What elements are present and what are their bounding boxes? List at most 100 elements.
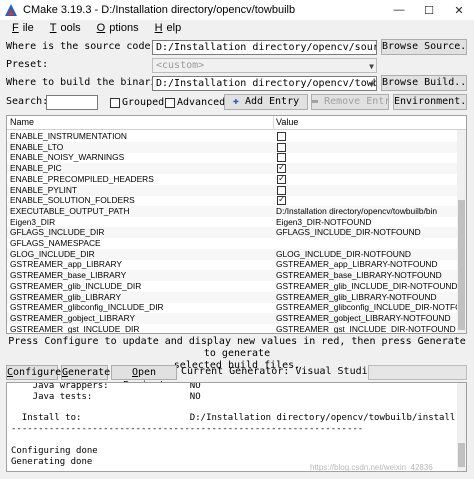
search-row: Search: Grouped Advanced ✚ Add Entry ▬ R…: [0, 94, 474, 112]
configure-rest: onfigure: [13, 367, 62, 378]
search-input[interactable]: [46, 95, 98, 110]
menu-options-rest: ptions: [109, 22, 139, 34]
entry-value[interactable]: GFLAGS_INCLUDE_DIR-NOTFOUND: [276, 227, 459, 238]
entry-value-checkbox[interactable]: [277, 185, 286, 195]
generate-rest: enerate: [68, 367, 111, 378]
preset-select[interactable]: <custom> ▼: [152, 58, 377, 73]
grouped-label: Grouped: [122, 97, 165, 108]
preset-row: Preset: <custom> ▼: [0, 57, 474, 75]
menu-bar: File Tools Options Help: [0, 20, 474, 36]
browse-build-button[interactable]: Browse Build...: [381, 75, 467, 91]
entry-name: GSTREAMER_app_LIBRARY: [10, 259, 123, 270]
column-separator: [273, 116, 274, 130]
table-row[interactable]: GLOG_INCLUDE_DIR GLOG_INCLUDE_DIR-NOTFOUN…: [7, 248, 459, 260]
menu-file-rest: ile: [22, 22, 34, 34]
entry-name: GFLAGS_NAMESPACE: [10, 238, 101, 248]
table-row[interactable]: ENABLE_SOLUTION_FOLDERS: [7, 194, 459, 206]
table-row[interactable]: GSTREAMER_base_LIBRARY GSTREAMER_base_LIB…: [7, 270, 459, 282]
source-path-input[interactable]: D:/Installation directory/opencv/sources: [152, 40, 377, 55]
column-header-value[interactable]: Value: [276, 117, 298, 127]
minimize-button[interactable]: —: [384, 0, 414, 20]
progress-bar: [368, 365, 467, 380]
entry-name: GSTREAMER_base_LIBRARY: [10, 270, 127, 281]
menu-tools[interactable]: Tools: [44, 22, 81, 34]
entry-value[interactable]: GLOG_INCLUDE_DIR-NOTFOUND: [276, 249, 459, 260]
menu-file[interactable]: File: [6, 22, 34, 34]
entry-value[interactable]: GSTREAMER_app_LIBRARY-NOTFOUND: [276, 259, 459, 270]
menu-file-key: F: [12, 22, 19, 34]
table-row[interactable]: GSTREAMER_gst_INCLUDE_DIR GSTREAMER_gst_I…: [7, 323, 459, 334]
browse-source-button[interactable]: Browse Source...: [381, 39, 467, 55]
table-row[interactable]: ENABLE_PYLINT: [7, 184, 459, 196]
table-row[interactable]: ENABLE_NOISY_WARNINGS: [7, 152, 459, 163]
entry-value-checkbox[interactable]: [277, 173, 286, 184]
entry-name: ENABLE_PRECOMPILED_HEADERS: [10, 173, 154, 184]
output-log[interactable]: Java wrappers: NO Java tests: NO Install…: [6, 382, 467, 472]
advanced-label: Advanced: [177, 97, 226, 108]
menu-options[interactable]: Options: [91, 22, 139, 34]
column-header-name[interactable]: Name: [10, 117, 34, 127]
table-row[interactable]: GSTREAMER_gobject_LIBRARY GSTREAMER_gobje…: [7, 312, 459, 324]
watermark: https://blog.csdn.net/weixin_42836: [310, 463, 433, 472]
entry-value[interactable]: GSTREAMER_glibconfig_INCLUDE_DIR-NOTFOUN…: [276, 302, 459, 313]
search-label: Search:: [6, 96, 49, 107]
entry-name: GSTREAMER_glibconfig_INCLUDE_DIR: [10, 302, 164, 313]
table-row[interactable]: GFLAGS_NAMESPACE: [7, 238, 459, 249]
preset-label: Preset:: [6, 59, 49, 70]
output-line: Generating done: [11, 456, 93, 467]
entry-value-checkbox[interactable]: [277, 194, 286, 206]
close-button[interactable]: ✕: [444, 0, 474, 20]
entry-name: ENABLE_SOLUTION_FOLDERS: [10, 195, 135, 206]
source-label: Where is the source code:: [6, 41, 157, 52]
plus-icon: ✚: [232, 96, 239, 107]
environment-button[interactable]: Environment...: [393, 94, 467, 110]
title-bar: CMake 3.19.3 - D:/Installation directory…: [0, 0, 474, 20]
add-entry-label: Add Entry: [244, 96, 300, 107]
remove-entry-label: Remove Entry: [324, 96, 388, 107]
output-scrollbar-thumb[interactable]: [458, 443, 465, 467]
output-line: Install to: D:/Installation directory/op…: [11, 413, 456, 424]
table-scrollbar-thumb[interactable]: [458, 200, 465, 330]
cmake-logo-icon: [5, 4, 17, 16]
open-project-button[interactable]: Open Project: [111, 365, 177, 391]
entry-name: GSTREAMER_gst_INCLUDE_DIR: [10, 323, 140, 334]
entry-value[interactable]: GSTREAMER_base_LIBRARY-NOTFOUND: [276, 270, 459, 281]
entry-value[interactable]: GSTREAMER_gst_INCLUDE_DIR-NOTFOUND: [276, 324, 459, 333]
table-row[interactable]: GSTREAMER_glibconfig_INCLUDE_DIR GSTREAME…: [7, 302, 459, 313]
table-row[interactable]: GSTREAMER_app_LIBRARY GSTREAMER_app_LIBRA…: [7, 259, 459, 270]
maximize-button[interactable]: ☐: [414, 0, 444, 20]
entry-value[interactable]: D:/Installation directory/opencv/towbuil…: [276, 206, 459, 217]
table-row[interactable]: EXECUTABLE_OUTPUT_PATH D:/Installation di…: [7, 205, 459, 217]
table-row[interactable]: ENABLE_LTO: [7, 141, 459, 153]
entry-value-checkbox[interactable]: [277, 162, 286, 174]
table-row[interactable]: GFLAGS_INCLUDE_DIR GFLAGS_INCLUDE_DIR-NOT…: [7, 227, 459, 239]
chevron-down-icon: ▼: [369, 80, 374, 89]
entry-value[interactable]: GSTREAMER_gobject_LIBRARY-NOTFOUND: [276, 313, 459, 324]
entry-value-checkbox[interactable]: [277, 153, 286, 163]
generate-button[interactable]: Generate: [61, 365, 111, 380]
entry-value[interactable]: Eigen3_DIR-NOTFOUND: [276, 217, 459, 228]
configure-button[interactable]: Configure: [6, 365, 62, 380]
entry-name: ENABLE_PYLINT: [10, 184, 78, 195]
output-scrollbar[interactable]: [457, 383, 466, 471]
build-path-select[interactable]: D:/Installation directory/opencv/towbuil…: [152, 76, 377, 91]
menu-help-rest: elp: [166, 22, 182, 34]
table-row[interactable]: ENABLE_PRECOMPILED_HEADERS: [7, 173, 459, 185]
entry-value[interactable]: GSTREAMER_glib_INCLUDE_DIR-NOTFOUND: [276, 281, 459, 292]
table-row[interactable]: Eigen3_DIR Eigen3_DIR-NOTFOUND: [7, 217, 459, 228]
add-entry-button[interactable]: ✚ Add Entry: [224, 94, 308, 110]
table-row[interactable]: ENABLE_INSTRUMENTATION: [7, 131, 459, 142]
entry-value[interactable]: GSTREAMER_glib_LIBRARY-NOTFOUND: [276, 292, 459, 303]
table-scrollbar[interactable]: [457, 130, 466, 333]
remove-entry-button[interactable]: ▬ Remove Entry: [311, 94, 389, 110]
advanced-checkbox[interactable]: [165, 98, 175, 108]
entry-value-checkbox[interactable]: [277, 142, 286, 152]
table-row[interactable]: GSTREAMER_glib_INCLUDE_DIR GSTREAMER_glib…: [7, 281, 459, 292]
table-row[interactable]: ENABLE_PIC: [7, 162, 459, 175]
menu-help[interactable]: Help: [149, 22, 182, 34]
entry-value-checkbox[interactable]: [277, 132, 286, 141]
table-row[interactable]: GSTREAMER_glib_LIBRARY GSTREAMER_glib_LIB…: [7, 291, 459, 303]
entry-name: GSTREAMER_glib_LIBRARY: [10, 291, 122, 302]
output-line: Java wrappers: NO: [11, 382, 201, 391]
grouped-checkbox[interactable]: [110, 98, 120, 108]
